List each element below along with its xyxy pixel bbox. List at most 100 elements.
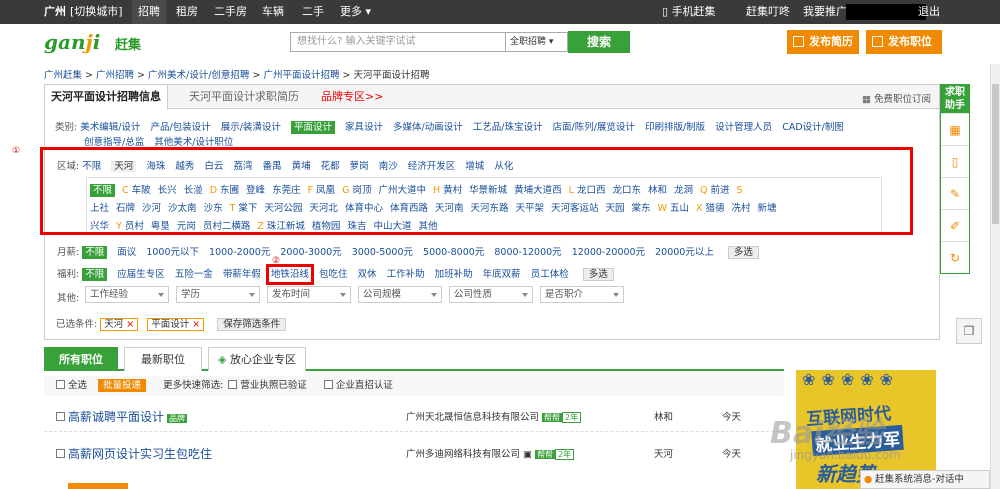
breadcrumb-item[interactable]: 广州平面设计招聘 (263, 70, 339, 81)
salary-item[interactable]: 12000-20000元 (572, 247, 645, 258)
welfare-label: 福利: (57, 269, 80, 280)
condition-tag[interactable]: 天河 × (100, 318, 139, 331)
nav-ershoufang[interactable]: 二手房 (214, 0, 247, 24)
category-item[interactable]: 印刷排版/制版 (645, 122, 705, 133)
tab-trusted-companies[interactable]: ◈ 放心企业专区 (208, 347, 306, 371)
search-category-select[interactable]: 全职招聘 ▾ (506, 32, 568, 52)
batch-deliver-button[interactable]: 批量投递 (98, 379, 147, 392)
company-size-dropdown[interactable]: 公司规模 (358, 286, 442, 303)
chevron-down-icon (613, 293, 619, 297)
salary-item[interactable]: 3000-5000元 (352, 247, 413, 258)
nav-zufang[interactable]: 租房 (176, 0, 198, 24)
company-type-dropdown[interactable]: 公司性质 (449, 286, 533, 303)
category-item[interactable]: 设计管理人员 (715, 122, 772, 133)
checkbox[interactable] (56, 449, 65, 458)
close-icon[interactable]: × (192, 319, 200, 330)
condition-tag-label: 平面设计 (151, 319, 190, 330)
welfare-item[interactable]: 包吃住 (319, 269, 348, 280)
chat-status[interactable]: ● 赶集系统消息-对话中 (860, 470, 990, 489)
salary-item-selected[interactable]: 不限 (82, 246, 108, 259)
search-button[interactable]: 搜索 (568, 31, 630, 53)
edit-icon[interactable]: ✎ (941, 177, 969, 209)
search-input[interactable]: 想找什么? 输入关键字试试 (290, 32, 506, 52)
checkbox[interactable] (228, 380, 238, 389)
category-item[interactable]: 产品/包装设计 (150, 122, 210, 133)
salary-multi-select-button[interactable]: 多选 (727, 246, 759, 259)
education-dropdown[interactable]: 学历 (176, 286, 260, 303)
welfare-item[interactable]: 员工体检 (531, 269, 569, 280)
pen-icon[interactable]: ✐ (941, 209, 969, 241)
salary-item[interactable]: 1000元以下 (146, 247, 199, 258)
welfare-multi-select-button[interactable]: 多选 (582, 268, 614, 281)
tab-brand-zone[interactable]: 品牌专区>> (315, 85, 389, 109)
breadcrumb-item[interactable]: 广州赶集 (44, 70, 82, 81)
job-title-link[interactable]: 高薪诚聘平面设计 品牌 (68, 408, 188, 425)
welfare-item[interactable]: 年底双薪 (483, 269, 521, 280)
scrollbar[interactable] (990, 64, 1000, 489)
category-item[interactable]: 家具设计 (345, 122, 383, 133)
scrollbar-thumb[interactable] (992, 84, 999, 224)
welfare-item-subway[interactable]: 地铁沿线 (265, 264, 314, 285)
tab-all-jobs[interactable]: 所有职位 (44, 347, 118, 371)
publish-job-button[interactable]: 发布职位 (866, 30, 942, 54)
condition-tag[interactable]: 平面设计 × (147, 318, 205, 331)
salary-item[interactable]: 面议 (117, 247, 136, 258)
salary-item[interactable]: 2000-3000元 (280, 247, 341, 258)
welfare-item-selected[interactable]: 不限 (82, 268, 108, 281)
salary-item[interactable]: 20000元以上 (655, 247, 714, 258)
save-conditions-button[interactable]: 保存筛选条件 (217, 318, 287, 331)
nav-ershou[interactable]: 二手 (302, 0, 324, 24)
salary-item[interactable]: 8000-12000元 (494, 247, 561, 258)
close-icon[interactable]: × (126, 319, 134, 330)
tab-latest-jobs[interactable]: 最新职位 (124, 347, 202, 371)
years-badge: 2年 (555, 449, 575, 460)
salary-item[interactable]: 1000-2000元 (209, 247, 270, 258)
checkbox[interactable] (56, 412, 65, 421)
mobile-link[interactable]: ▯ 手机赶集 (662, 0, 716, 24)
tab-job-info[interactable]: 天河平面设计招聘信息 (45, 85, 168, 110)
welfare-item[interactable]: 双休 (358, 269, 377, 280)
subscribe-link[interactable]: ▦ 免费职位订阅 (862, 91, 931, 105)
select-all-checkbox[interactable]: 全选 (56, 380, 87, 391)
agency-dropdown[interactable]: 是否职介 (540, 286, 624, 303)
company-verified-checkbox[interactable]: 企业直招认证 (323, 380, 393, 391)
experience-dropdown[interactable]: 工作经验 (85, 286, 169, 303)
phone-icon[interactable]: ▯ (941, 145, 969, 177)
nav-zhaopin[interactable]: 招聘 (132, 0, 166, 24)
category-item[interactable]: CAD设计/制图 (782, 122, 844, 133)
salary-item[interactable]: 5000-8000元 (423, 247, 484, 258)
checkbox[interactable] (56, 380, 65, 389)
category-item[interactable]: 美术编辑/设计 (80, 122, 140, 133)
category-item[interactable]: 多媒体/动画设计 (393, 122, 463, 133)
nav-cheliang[interactable]: 车辆 (262, 0, 284, 24)
welfare-item[interactable]: 五险一金 (175, 269, 213, 280)
paw-icon: ❀❀❀❀❀ (802, 370, 900, 389)
jiudian-link[interactable]: 赶集叮咚 (746, 0, 790, 24)
calendar-icon[interactable]: ▦ (941, 113, 969, 145)
company-name[interactable]: 广州天北晟恒信息科技有限公司 (406, 412, 539, 423)
switch-city-link[interactable]: [切换城市] (70, 0, 123, 24)
welfare-item[interactable]: 加班补助 (435, 269, 473, 280)
welfare-item[interactable]: 带薪年假 (223, 269, 261, 280)
checkbox[interactable] (323, 380, 333, 389)
ganji-logo[interactable]: ganji (44, 30, 100, 54)
publish-resume-button[interactable]: 发布简历 (787, 30, 859, 54)
category-item-selected[interactable]: 平面设计 (290, 121, 335, 134)
category-item[interactable]: 展示/装潢设计 (221, 122, 281, 133)
refresh-icon[interactable]: ↻ (941, 241, 969, 273)
breadcrumb-item[interactable]: 广州美术/设计/创意招聘 (148, 70, 249, 81)
company-name[interactable]: 广州多迪网络科技有限公司 (406, 449, 520, 460)
publish-time-dropdown[interactable]: 发布时间 (267, 286, 351, 303)
breadcrumb-item[interactable]: 广州招聘 (96, 70, 134, 81)
category-label: 类别: (55, 122, 78, 133)
feedback-icon[interactable]: ❐ (956, 318, 982, 344)
logout-link[interactable]: 退出 (918, 0, 940, 24)
welfare-item[interactable]: 工作补助 (387, 269, 425, 280)
job-title-link[interactable]: 高薪网页设计实习生包吃住 (68, 445, 212, 462)
license-verified-checkbox[interactable]: 营业执照已验证 (228, 380, 307, 391)
tab-resumes[interactable]: 天河平面设计求职简历 (183, 85, 305, 109)
nav-more[interactable]: 更多 ▾ (340, 0, 371, 24)
category-item[interactable]: 店面/陈列/展览设计 (553, 122, 635, 133)
category-item[interactable]: 工艺品/珠宝设计 (473, 122, 543, 133)
welfare-item[interactable]: 应届生专区 (117, 269, 165, 280)
